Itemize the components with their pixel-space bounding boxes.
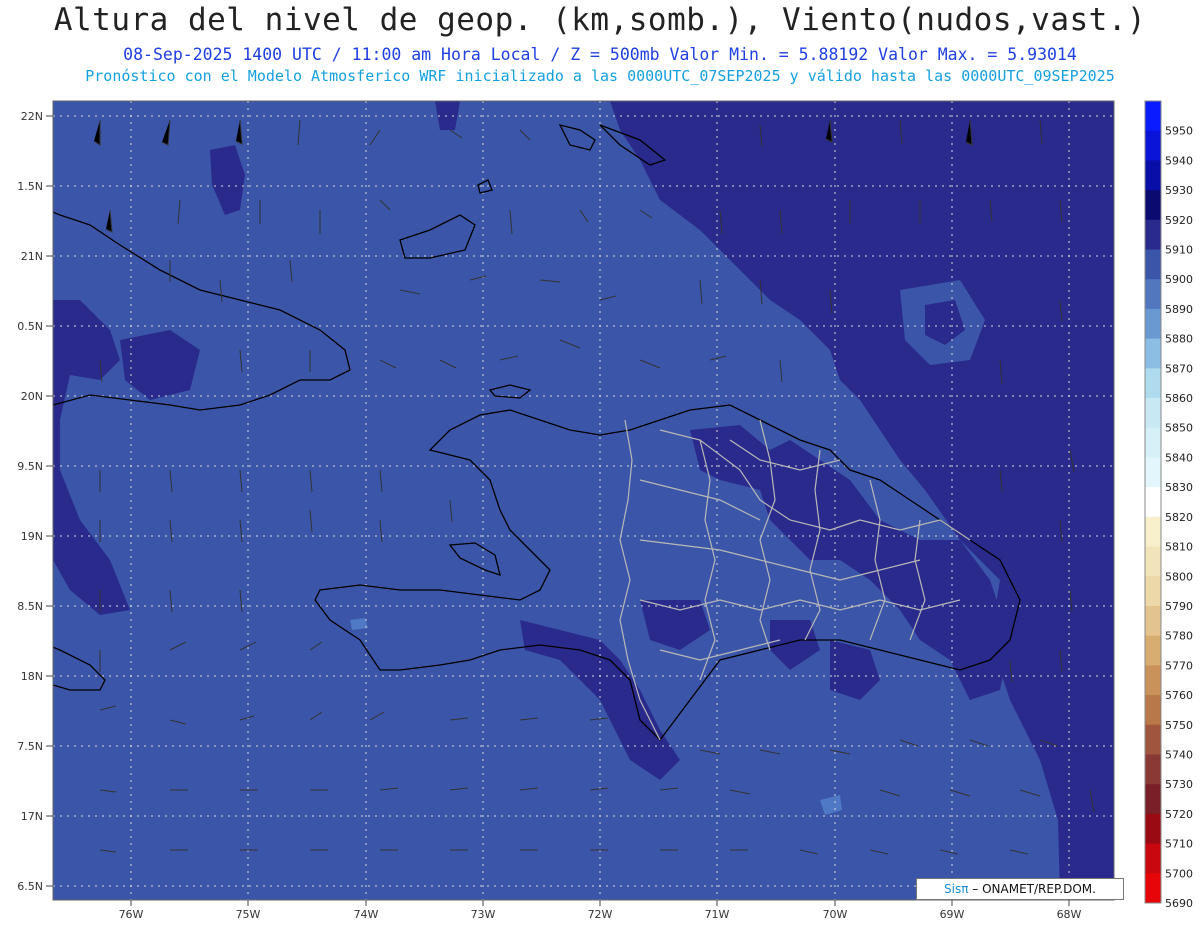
lat-label: 1.5N xyxy=(17,180,43,193)
colorbar-swatch xyxy=(1145,160,1161,191)
colorbar-label: 5750 xyxy=(1165,719,1193,732)
colorbar-swatch xyxy=(1145,635,1161,666)
lat-label: 0.5N xyxy=(17,320,43,333)
colorbar-label: 5900 xyxy=(1165,273,1193,286)
lon-label: 74W xyxy=(354,908,379,921)
colorbar-label: 5730 xyxy=(1165,778,1193,791)
lat-label: 19N xyxy=(21,530,43,543)
lat-label: 8.5N xyxy=(17,600,43,613)
colorbar-swatch xyxy=(1145,754,1161,785)
colorbar-swatch xyxy=(1145,665,1161,696)
colorbar-label: 5890 xyxy=(1165,303,1193,316)
lat-label: 20N xyxy=(21,390,43,403)
credit-org: – ONAMET/REP.DOM. xyxy=(972,882,1096,896)
colorbar-label: 5840 xyxy=(1165,451,1193,464)
colorbar-label: 5780 xyxy=(1165,630,1193,643)
colorbar-swatch xyxy=(1145,605,1161,637)
lon-label: 69W xyxy=(940,908,965,921)
lon-label: 76W xyxy=(119,908,144,921)
colorbar-label: 5720 xyxy=(1165,808,1193,821)
colorbar-swatch xyxy=(1145,843,1161,874)
colorbar-swatch xyxy=(1145,487,1161,518)
colorbar-swatch xyxy=(1145,813,1161,845)
colorbar-label: 5760 xyxy=(1165,689,1193,702)
colorbar-swatch xyxy=(1145,427,1161,458)
colorbar-swatch xyxy=(1145,873,1161,904)
lon-label: 73W xyxy=(471,908,496,921)
colorbar-swatch xyxy=(1145,308,1161,340)
colorbar-swatch xyxy=(1145,368,1161,399)
colorbar-label: 5910 xyxy=(1165,244,1193,257)
lon-label: 70W xyxy=(823,908,848,921)
colorbar-label: 5700 xyxy=(1165,867,1193,880)
colorbar-swatch xyxy=(1145,546,1161,577)
colorbar-swatch xyxy=(1145,516,1161,548)
colorbar-swatch xyxy=(1145,101,1161,132)
colorbar-swatch xyxy=(1145,338,1161,369)
colorbar-label: 5770 xyxy=(1165,659,1193,672)
colorbar-label: 5880 xyxy=(1165,333,1193,346)
colorbar-swatch xyxy=(1145,190,1161,221)
lon-label: 75W xyxy=(236,908,261,921)
colorbar-label: 5740 xyxy=(1165,748,1193,761)
colorbar-label: 5820 xyxy=(1165,511,1193,524)
credit-box: Sisπ – ONAMET/REP.DOM. xyxy=(916,878,1124,900)
colorbar-label: 5800 xyxy=(1165,570,1193,583)
colorbar-label: 5710 xyxy=(1165,838,1193,851)
lon-label: 68W xyxy=(1057,908,1082,921)
lat-label: 9.5N xyxy=(17,460,43,473)
lat-label: 21N xyxy=(21,250,43,263)
lon-label: 72W xyxy=(588,908,613,921)
colorbar-label: 5790 xyxy=(1165,600,1193,613)
colorbar-swatch xyxy=(1145,249,1161,280)
colorbar-label: 5810 xyxy=(1165,541,1193,554)
colorbar-swatch xyxy=(1145,219,1161,251)
geopotential-map: 22N 1.5N 21N 0.5N 20N 9.5N 19N 8.5N 18N … xyxy=(17,100,1193,921)
colorbar-swatch xyxy=(1145,130,1161,161)
colorbar-swatch xyxy=(1145,457,1161,488)
lat-label: 7.5N xyxy=(17,740,43,753)
lat-label: 22N xyxy=(21,110,43,123)
lat-label: 6.5N xyxy=(17,880,43,893)
lon-labels: 76W 75W 74W 73W 72W 71W 70W 69W 68W xyxy=(119,908,1082,921)
colorbar-swatch xyxy=(1145,398,1161,429)
light-region-blob-2 xyxy=(350,618,368,630)
colorbar-label: 5860 xyxy=(1165,392,1193,405)
colorbar-label: 5940 xyxy=(1165,154,1193,167)
colorbar-label: 5950 xyxy=(1165,125,1193,138)
colorbar-label: 5830 xyxy=(1165,481,1193,494)
lat-label: 18N xyxy=(21,670,43,683)
colorbar-label: 5920 xyxy=(1165,214,1193,227)
lon-label: 71W xyxy=(705,908,730,921)
colorbar-swatch xyxy=(1145,724,1161,755)
colorbar-label: 5850 xyxy=(1165,422,1193,435)
colorbar-swatch xyxy=(1145,576,1161,607)
colorbar-label: 5690 xyxy=(1165,897,1193,910)
colorbar-swatch xyxy=(1145,695,1161,726)
credit-brand: Sisπ xyxy=(944,882,969,896)
colorbar: 5950 5940 5930 5920 5910 5900 5890 5880 5870 5860… xyxy=(1144,100,1193,910)
colorbar-label: 5930 xyxy=(1165,184,1193,197)
lat-label: 17N xyxy=(21,810,43,823)
colorbar-swatch xyxy=(1145,279,1161,310)
lat-labels: 22N 1.5N 21N 0.5N 20N 9.5N 19N 8.5N 18N … xyxy=(17,110,43,893)
colorbar-swatch xyxy=(1145,784,1161,815)
colorbar-label: 5870 xyxy=(1165,362,1193,375)
